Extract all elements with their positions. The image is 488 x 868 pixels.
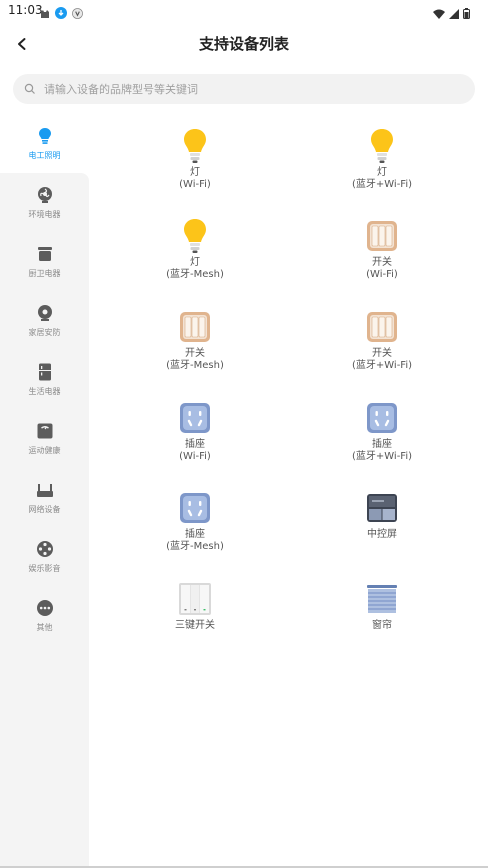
device-protocol: (Wi-Fi): [179, 451, 211, 462]
socket-icon: [177, 490, 213, 526]
sidebar-item-label: 娱乐影音: [28, 564, 61, 573]
sidebar-item-entertainment[interactable]: 娱乐影音: [0, 540, 89, 590]
sidebar-item-security[interactable]: 家居安防: [0, 304, 89, 354]
device-name: 插座: [185, 529, 205, 540]
router-icon: [36, 481, 54, 499]
bulb-icon: [36, 127, 54, 145]
socket-icon: [364, 400, 400, 436]
device-socket-ble-wifi[interactable]: 插座 (蓝牙+Wi-Fi): [317, 400, 447, 463]
sidebar-item-label: 其他: [36, 623, 53, 632]
device-protocol: (蓝牙-Mesh): [166, 269, 224, 280]
device-protocol: (蓝牙+Wi-Fi): [351, 179, 413, 190]
device-name: 插座: [372, 439, 392, 450]
device-name: 灯: [190, 167, 200, 178]
control-screen-icon: [364, 490, 400, 526]
fan-icon: [36, 186, 54, 204]
sidebar-item-environment[interactable]: 环境电器: [0, 186, 89, 236]
sidebar-item-kitchen[interactable]: 厨卫电器: [0, 245, 89, 295]
device-name: 灯: [190, 257, 200, 268]
device-socket-ble-mesh[interactable]: 插座 (蓝牙-Mesh): [130, 490, 260, 553]
fridge-icon: [36, 363, 54, 381]
device-three-key-switch[interactable]: 三键开关: [130, 581, 260, 632]
device-protocol: (蓝牙+Wi-Fi): [351, 451, 413, 462]
sidebar-item-appliances[interactable]: 生活电器: [0, 363, 89, 413]
scale-icon: [36, 422, 54, 440]
device-control-screen[interactable]: 中控屏: [317, 490, 447, 541]
download-icon: [55, 4, 67, 23]
sidebar-item-label: 运动健康: [28, 446, 61, 455]
notification-cat-icon: [40, 4, 50, 23]
three-key-switch-icon: [177, 581, 213, 617]
sidebar-item-lighting[interactable]: 电工照明: [0, 127, 89, 177]
page-title: 支持设备列表: [198, 35, 289, 53]
battery-icon: [463, 4, 470, 23]
bulb-icon: [177, 218, 213, 254]
device-light-ble-mesh[interactable]: 灯 (蓝牙-Mesh): [130, 218, 260, 281]
device-protocol: (Wi-Fi): [366, 269, 398, 280]
device-name: 插座: [185, 439, 205, 450]
device-name: 三键开关: [175, 620, 215, 631]
curtain-icon: [364, 581, 400, 617]
device-name: 开关: [185, 348, 205, 359]
pot-icon: [36, 245, 54, 263]
switch-panel-icon: [364, 218, 400, 254]
device-name: 灯: [377, 167, 387, 178]
wifi-icon: [433, 4, 445, 23]
bulb-icon: [177, 128, 213, 164]
sidebar-item-label: 电工照明: [28, 151, 61, 160]
switch-panel-icon: [364, 309, 400, 345]
top-bar: 支持设备列表: [0, 22, 488, 66]
sidebar-item-network[interactable]: 网络设备: [0, 481, 89, 531]
device-name: 开关: [372, 257, 392, 268]
device-switch-wifi[interactable]: 开关 (Wi-Fi): [317, 218, 447, 281]
camera-icon: [36, 304, 54, 322]
search-input[interactable]: [44, 82, 444, 96]
device-light-ble-wifi[interactable]: 灯 (蓝牙+Wi-Fi): [317, 128, 447, 191]
device-switch-ble-mesh[interactable]: 开关 (蓝牙-Mesh): [130, 309, 260, 372]
device-name: 开关: [372, 348, 392, 359]
device-protocol: (蓝牙-Mesh): [166, 541, 224, 552]
sidebar-item-label: 网络设备: [28, 505, 61, 514]
sidebar-item-other[interactable]: 其他: [0, 599, 89, 649]
sidebar-item-label: 家居安防: [28, 328, 61, 337]
sidebar-item-label: 环境电器: [28, 210, 61, 219]
status-time: 11:03: [8, 3, 43, 17]
device-name: 中控屏: [367, 529, 397, 540]
status-bar: 11:03: [0, 0, 488, 22]
sidebar-item-label: 厨卫电器: [28, 269, 61, 278]
search-bar[interactable]: [13, 74, 475, 104]
sidebar-item-label: 生活电器: [28, 387, 61, 396]
switch-panel-icon: [177, 309, 213, 345]
device-light-wifi[interactable]: 灯 (Wi-Fi): [130, 128, 260, 191]
device-protocol: (蓝牙-Mesh): [166, 360, 224, 371]
film-reel-icon: [36, 540, 54, 558]
socket-icon: [177, 400, 213, 436]
device-curtain[interactable]: 窗帘: [317, 581, 447, 632]
device-protocol: (蓝牙+Wi-Fi): [351, 360, 413, 371]
search-icon: [24, 83, 36, 95]
device-socket-wifi[interactable]: 插座 (Wi-Fi): [130, 400, 260, 463]
signal-icon: [449, 4, 459, 23]
shield-icon: [72, 4, 83, 23]
more-icon: [36, 599, 54, 617]
device-switch-ble-wifi[interactable]: 开关 (蓝牙+Wi-Fi): [317, 309, 447, 372]
sidebar-item-health[interactable]: 运动健康: [0, 422, 89, 472]
bulb-icon: [364, 128, 400, 164]
device-protocol: (Wi-Fi): [179, 179, 211, 190]
device-name: 窗帘: [372, 620, 392, 631]
